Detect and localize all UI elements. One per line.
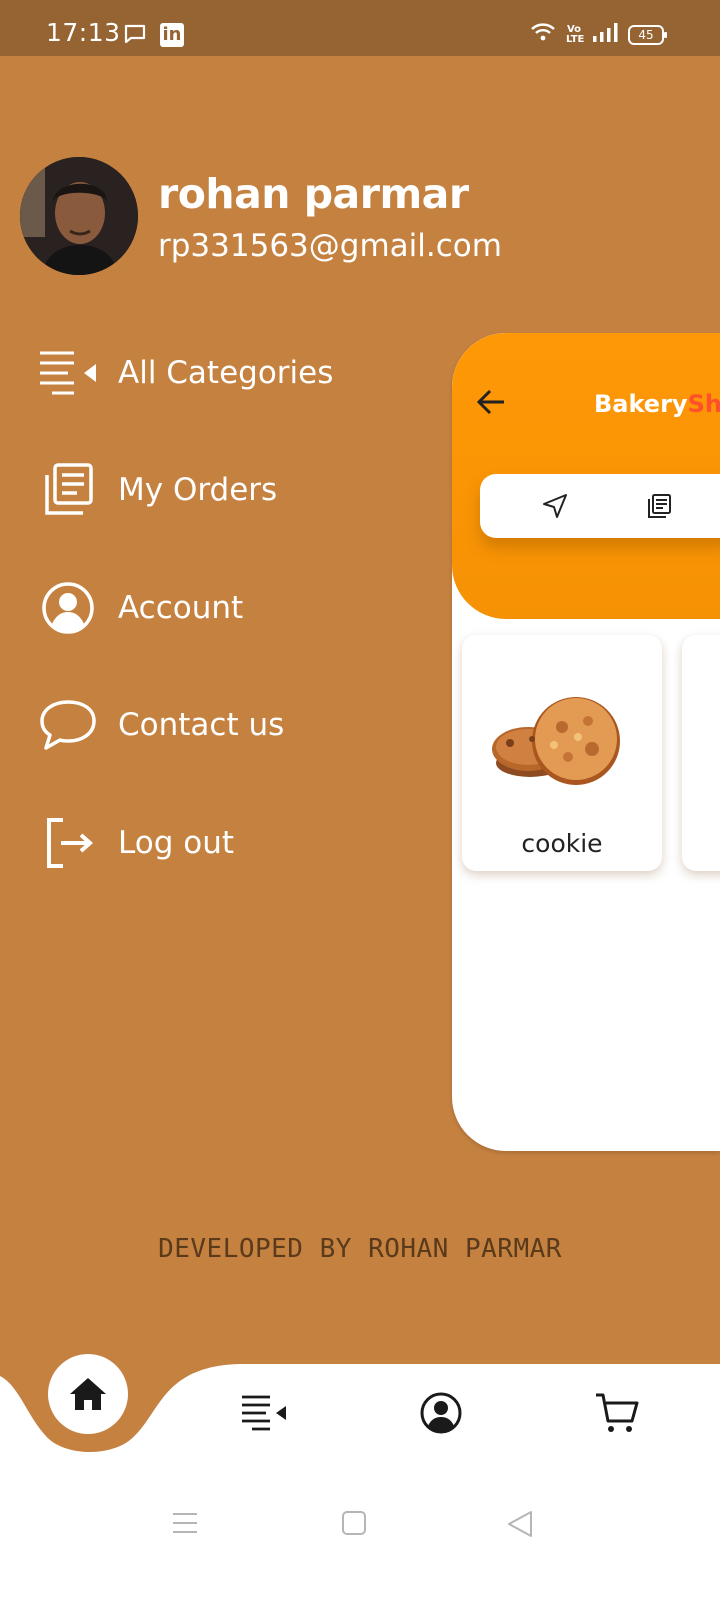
orders-small-icon[interactable] (646, 493, 672, 524)
menu-item-my-orders[interactable]: My Orders (38, 455, 277, 525)
account-icon (38, 578, 98, 638)
back-arrow-icon[interactable] (476, 389, 506, 420)
user-name: rohan parmar (158, 170, 469, 218)
volte-indicator: Vo LTE (566, 23, 585, 45)
category-card-cookie[interactable]: cookie (462, 635, 662, 871)
menu-item-all-categories[interactable]: All Categories (38, 338, 333, 408)
cart-icon (596, 1393, 639, 1432)
bottom-navigation (0, 1350, 720, 1600)
nav-categories-button[interactable] (240, 1394, 288, 1437)
message-notification-icon (124, 24, 146, 49)
developer-credit: DEVELOPED BY ROHAN PARMAR (158, 1234, 562, 1264)
avatar[interactable] (20, 157, 138, 275)
app-title-part1: Bakery (594, 390, 688, 418)
status-indicators: Vo LTE 45 (530, 22, 667, 47)
navigation-arrow-icon[interactable] (542, 493, 568, 524)
nav-account-button[interactable] (420, 1392, 462, 1439)
system-menu-button[interactable] (172, 1510, 198, 1541)
status-time: 17:13 (46, 18, 121, 47)
menu-label-contact-us: Contact us (118, 707, 285, 743)
preview-header: BakerySh (452, 333, 720, 619)
signal-icon (592, 22, 618, 47)
square-icon (342, 1511, 366, 1535)
status-bar: 17:13 in Vo LTE 45 (0, 0, 720, 56)
back-triangle-icon (508, 1511, 532, 1537)
categories-icon (242, 1395, 286, 1431)
category-card-partial[interactable] (682, 635, 720, 871)
logout-icon (38, 813, 98, 873)
home-icon (70, 1378, 106, 1410)
location-bar[interactable] (480, 474, 720, 538)
user-email: rp331563@gmail.com (158, 228, 502, 264)
battery-indicator: 45 (628, 24, 667, 45)
cookie-image (488, 691, 624, 796)
app-title: BakerySh (594, 390, 720, 418)
menu-label-log-out: Log out (118, 825, 234, 861)
app-preview[interactable]: BakerySh cookie (452, 333, 720, 1151)
linkedin-notification-icon: in (160, 23, 184, 47)
menu-item-account[interactable]: Account (38, 573, 243, 643)
menu-label-my-orders: My Orders (118, 472, 278, 508)
account-icon (420, 1392, 462, 1434)
chat-icon (38, 695, 98, 755)
card-label-cookie: cookie (521, 829, 603, 858)
menu-label-account: Account (118, 590, 244, 626)
system-back-button[interactable] (507, 1510, 533, 1543)
nav-cart-button[interactable] (594, 1392, 640, 1439)
menu-item-log-out[interactable]: Log out (38, 808, 234, 878)
nav-home-button[interactable] (48, 1354, 128, 1434)
menu-icon (173, 1513, 197, 1533)
wifi-icon (530, 22, 556, 47)
menu-item-contact-us[interactable]: Contact us (38, 690, 284, 760)
orders-icon (38, 460, 98, 520)
app-title-part2: Sh (687, 390, 720, 418)
categories-icon (38, 343, 98, 403)
menu-label-all-categories: All Categories (118, 355, 334, 391)
system-home-button[interactable] (341, 1510, 367, 1541)
